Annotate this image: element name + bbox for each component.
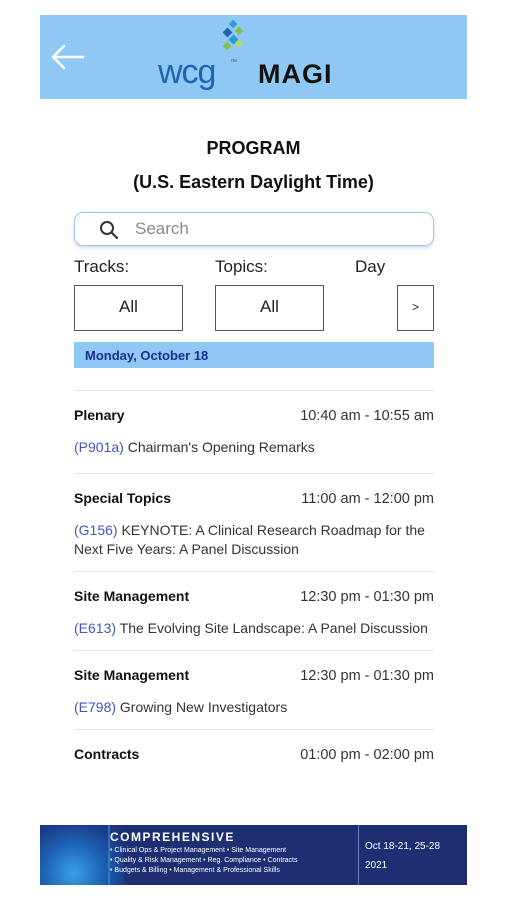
banner-dates: Oct 18-21, 25-28 2021: [358, 825, 467, 885]
app-header: wcg ™ MAGI: [40, 15, 467, 99]
banner-topics-line: • Clinical Ops & Project Management • Si…: [110, 847, 287, 854]
session-title: The Evolving Site Landscape: A Panel Dis…: [119, 620, 428, 636]
session-item[interactable]: Site Management 12:30 pm - 01:30 pm (E79…: [74, 651, 434, 729]
back-arrow-icon[interactable]: [50, 43, 86, 71]
session-track: Contracts: [74, 746, 140, 762]
topics-label: Topics:: [215, 257, 268, 276]
session-time: 12:30 pm - 01:30 pm: [300, 668, 434, 684]
session-list: Plenary 10:40 am - 10:55 am (P901a) Chai…: [74, 390, 434, 763]
logo-brand-text: wcg: [158, 53, 216, 91]
session-code[interactable]: (E613): [74, 620, 116, 636]
session-track: Site Management: [74, 588, 190, 604]
banner-year: 2021: [365, 860, 388, 871]
session-code[interactable]: (G156): [74, 522, 118, 538]
day-header: Monday, October 18: [74, 342, 434, 368]
session-time: 01:00 pm - 02:00 pm: [300, 747, 434, 763]
day-header-label: Monday, October 18: [85, 348, 209, 363]
search-input[interactable]: [135, 217, 415, 241]
conference-banner[interactable]: COMPREHENSIVE • Clinical Ops & Project M…: [40, 825, 467, 885]
session-title: Growing New Investigators: [119, 699, 288, 715]
session-title-row: (P901a) Chairman's Opening Remarks: [74, 438, 434, 457]
tracks-dropdown[interactable]: All: [74, 285, 183, 331]
logo-dots-icon: [222, 19, 244, 51]
session-code[interactable]: (P901a): [74, 439, 124, 455]
search-icon: [99, 220, 119, 245]
logo-product-text: MAGI: [258, 59, 333, 89]
session-track: Plenary: [74, 407, 125, 423]
session-title-row: (E613) The Evolving Site Landscape: A Pa…: [74, 619, 434, 638]
session-item[interactable]: Special Topics 11:00 am - 12:00 pm (G156…: [74, 474, 434, 571]
topics-dropdown[interactable]: All: [215, 285, 324, 331]
app-screen: wcg ™ MAGI PROGRAM (U.S. Eastern Dayligh…: [40, 15, 467, 887]
logo-trademark: ™: [230, 59, 237, 66]
banner-topics-line: • Budgets & Billing • Management & Profe…: [110, 867, 280, 874]
session-track: Special Topics: [74, 490, 171, 506]
session-title-row: (G156) KEYNOTE: A Clinical Research Road…: [74, 521, 434, 559]
session-time: 12:30 pm - 01:30 pm: [300, 589, 434, 605]
session-track: Site Management: [74, 667, 190, 683]
session-item[interactable]: Site Management 12:30 pm - 01:30 pm (E61…: [74, 572, 434, 650]
banner-topics-line: • Quality & Risk Management • Reg. Compl…: [110, 857, 298, 864]
banner-dates-line: Oct 18-21, 25-28: [365, 841, 441, 852]
page-subtitle: (U.S. Eastern Daylight Time): [133, 172, 374, 192]
session-title-row: (E798) Growing New Investigators: [74, 698, 434, 717]
session-time: 10:40 am - 10:55 am: [300, 408, 434, 424]
session-time: 11:00 am - 12:00 pm: [301, 491, 434, 507]
day-label: Day: [355, 257, 386, 276]
session-title: KEYNOTE: A Clinical Research Roadmap for…: [74, 522, 425, 557]
banner-content: COMPREHENSIVE • Clinical Ops & Project M…: [110, 830, 355, 874]
search-bar[interactable]: [74, 212, 434, 246]
page-title: PROGRAM: [206, 138, 301, 158]
wcg-magi-logo: wcg ™ MAGI: [158, 19, 358, 95]
session-item[interactable]: Contracts 01:00 pm - 02:00 pm: [74, 730, 434, 763]
tracks-label: Tracks:: [74, 257, 130, 276]
banner-heading: COMPREHENSIVE: [110, 830, 235, 844]
session-item[interactable]: Plenary 10:40 am - 10:55 am (P901a) Chai…: [74, 391, 434, 473]
day-next-button[interactable]: >: [397, 285, 434, 331]
session-title: Chairman's Opening Remarks: [127, 439, 315, 455]
session-code[interactable]: (E798): [74, 699, 116, 715]
